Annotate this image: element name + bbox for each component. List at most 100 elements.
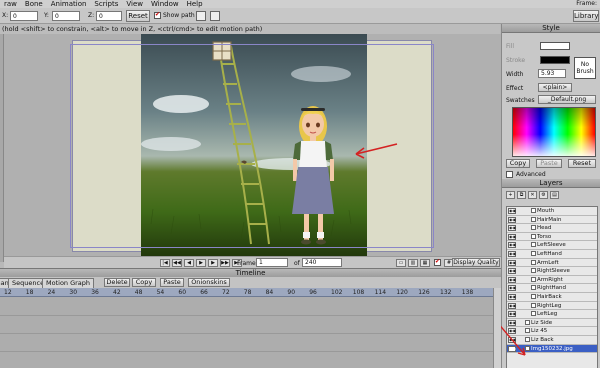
visibility-icon[interactable]: ◉◉: [508, 225, 516, 232]
ruler-tick-label: 66: [200, 289, 208, 296]
stroke-swatch[interactable]: [540, 56, 570, 64]
no-brush-line1: No: [580, 61, 590, 68]
rewind-icon[interactable]: |◀: [160, 259, 170, 267]
visibility-icon[interactable]: ◉◉: [508, 259, 516, 266]
menu-item-animation[interactable]: Animation: [47, 0, 91, 8]
ruler-tick-label: 48: [134, 289, 143, 296]
swatches-dropdown[interactable]: _Default.png: [538, 95, 596, 104]
menu-item-window[interactable]: Window: [147, 0, 183, 8]
layer-name: RightLeg: [537, 302, 562, 309]
effect-dropdown[interactable]: <plain>: [538, 83, 572, 92]
total-frames-input[interactable]: 240: [302, 258, 342, 267]
ruler-tick-label: 108: [352, 289, 365, 296]
play-icon[interactable]: ▶: [196, 259, 206, 267]
timeline-paste-button[interactable]: Paste: [160, 278, 184, 287]
delete-layer-icon[interactable]: ✕: [528, 191, 537, 199]
style-copy-button[interactable]: Copy: [506, 159, 530, 168]
visibility-icon[interactable]: ◉◉: [508, 216, 516, 223]
step-back-icon[interactable]: ◀◀: [172, 259, 182, 267]
z-field[interactable]: 0: [96, 11, 122, 21]
new-layer-icon[interactable]: +: [506, 191, 515, 199]
stroke-label: Stroke: [506, 57, 526, 64]
ruler-tick-label: 36: [91, 289, 99, 296]
y-label: Y:: [44, 12, 49, 19]
timeline-copy-button[interactable]: Copy: [132, 278, 156, 287]
layer-row[interactable]: ◉◉ ArmLeft: [507, 259, 597, 268]
tab-motion-graph[interactable]: Motion Graph: [42, 278, 95, 288]
ruler-tick-label: 30: [69, 289, 78, 296]
visibility-icon[interactable]: ◉◉: [508, 242, 516, 249]
next-frame-icon[interactable]: ▶: [208, 259, 218, 267]
timeline-title: Timeline: [0, 268, 501, 277]
advanced-label: Advanced: [516, 171, 546, 178]
ruler-tick-label: 42: [113, 289, 121, 296]
width-input[interactable]: 5.93: [538, 69, 566, 78]
bone-lock-icon[interactable]: [210, 11, 220, 21]
layer-settings-icon[interactable]: ⚙: [539, 191, 548, 199]
menu-item-raw[interactable]: raw: [0, 0, 21, 8]
color-picker[interactable]: [512, 107, 596, 157]
style-paste-button[interactable]: Paste: [536, 159, 562, 168]
layer-row[interactable]: ◉◉ Torso: [507, 233, 597, 242]
frame-input[interactable]: 1: [256, 258, 288, 267]
timeline-ruler[interactable]: 12 18 24 30 36 42 48 54 60 66 72 78 84 90 96 102 108 114 1…: [0, 288, 493, 297]
visibility-icon[interactable]: ◉◉: [508, 268, 516, 275]
menu-item-bone[interactable]: Bone: [21, 0, 47, 8]
ruler-tick-label: 60: [178, 289, 187, 296]
fill-swatch[interactable]: [540, 42, 570, 50]
canvas-area[interactable]: [4, 34, 501, 256]
y-field[interactable]: 0: [52, 11, 80, 21]
visibility-icon[interactable]: ◉◉: [508, 208, 516, 214]
duplicate-layer-icon[interactable]: ⧉: [517, 191, 526, 199]
layer-row[interactable]: ◉◉ LeftHand: [507, 250, 597, 259]
view-single-icon[interactable]: ▭: [396, 259, 406, 267]
frame-label: Frame: [237, 260, 256, 267]
layer-name: Head: [537, 225, 552, 232]
keyframe-icon[interactable]: [196, 11, 206, 21]
layer-name: LeftLeg: [537, 311, 558, 318]
menu-item-help[interactable]: Help: [183, 0, 207, 8]
onionskins-dropdown[interactable]: Onionskins: [188, 278, 230, 287]
view-split-icon[interactable]: ▥: [408, 259, 418, 267]
effect-label: Effect: [506, 85, 524, 92]
visibility-icon[interactable]: ◉◉: [508, 250, 516, 257]
timeline-tracks[interactable]: [0, 297, 493, 368]
style-reset-button[interactable]: Reset: [568, 159, 596, 168]
layer-row[interactable]: ◉◉ Head: [507, 224, 597, 233]
timeline-toolbar: Channels Sequencer Motion Graph Delete C…: [0, 277, 501, 288]
reset-button[interactable]: Reset: [126, 10, 150, 22]
layer-type-icon: [531, 225, 536, 231]
layer-type-icon: [531, 242, 536, 248]
z-label: Z:: [88, 12, 95, 19]
show-path-checkbox[interactable]: [154, 11, 161, 19]
visibility-icon[interactable]: ◉◉: [508, 285, 516, 292]
quality-checkbox[interactable]: [434, 258, 441, 266]
layer-row[interactable]: ◉◉ RightHand: [507, 284, 597, 293]
menu-item-scripts[interactable]: Scripts: [90, 0, 122, 8]
layer-row[interactable]: ◉◉ Mouth: [507, 207, 597, 216]
toolbar: X: 0 Y: 0 Z: 0 Reset Show path: [0, 8, 600, 24]
advanced-checkbox[interactable]: [506, 171, 513, 178]
group-layer-icon[interactable]: ▤: [550, 191, 559, 199]
layer-row[interactable]: ◉◉ ArmRight: [507, 276, 597, 285]
layer-row[interactable]: ◉◉ RightSleeve: [507, 267, 597, 276]
layer-type-icon: [531, 250, 536, 256]
style-panel: Fill Stroke Width 5.93 Effect <plain> No…: [502, 33, 600, 179]
timeline-scrollbar[interactable]: [493, 288, 501, 368]
display-quality-dropdown[interactable]: Display Quality: [452, 258, 500, 267]
layer-row[interactable]: ◉◉ HairMain: [507, 216, 597, 225]
ruler-tick-label: 90: [287, 289, 296, 296]
no-brush-button[interactable]: No Brush: [574, 57, 596, 79]
of-label: of: [294, 260, 300, 267]
menu-item-view[interactable]: View: [122, 0, 147, 8]
prev-frame-icon[interactable]: ◀: [184, 259, 194, 267]
x-label: X:: [2, 12, 9, 19]
library-button[interactable]: Library: [573, 10, 599, 22]
x-field[interactable]: 0: [10, 11, 38, 21]
layer-row[interactable]: ◉◉ LeftSleeve: [507, 241, 597, 250]
step-forward-icon[interactable]: ▶▶: [220, 259, 230, 267]
visibility-icon[interactable]: ◉◉: [508, 233, 516, 240]
view-quad-icon[interactable]: ▦: [420, 259, 430, 267]
timeline-delete-button[interactable]: Delete: [104, 278, 130, 287]
visibility-icon[interactable]: ◉◉: [508, 276, 516, 283]
